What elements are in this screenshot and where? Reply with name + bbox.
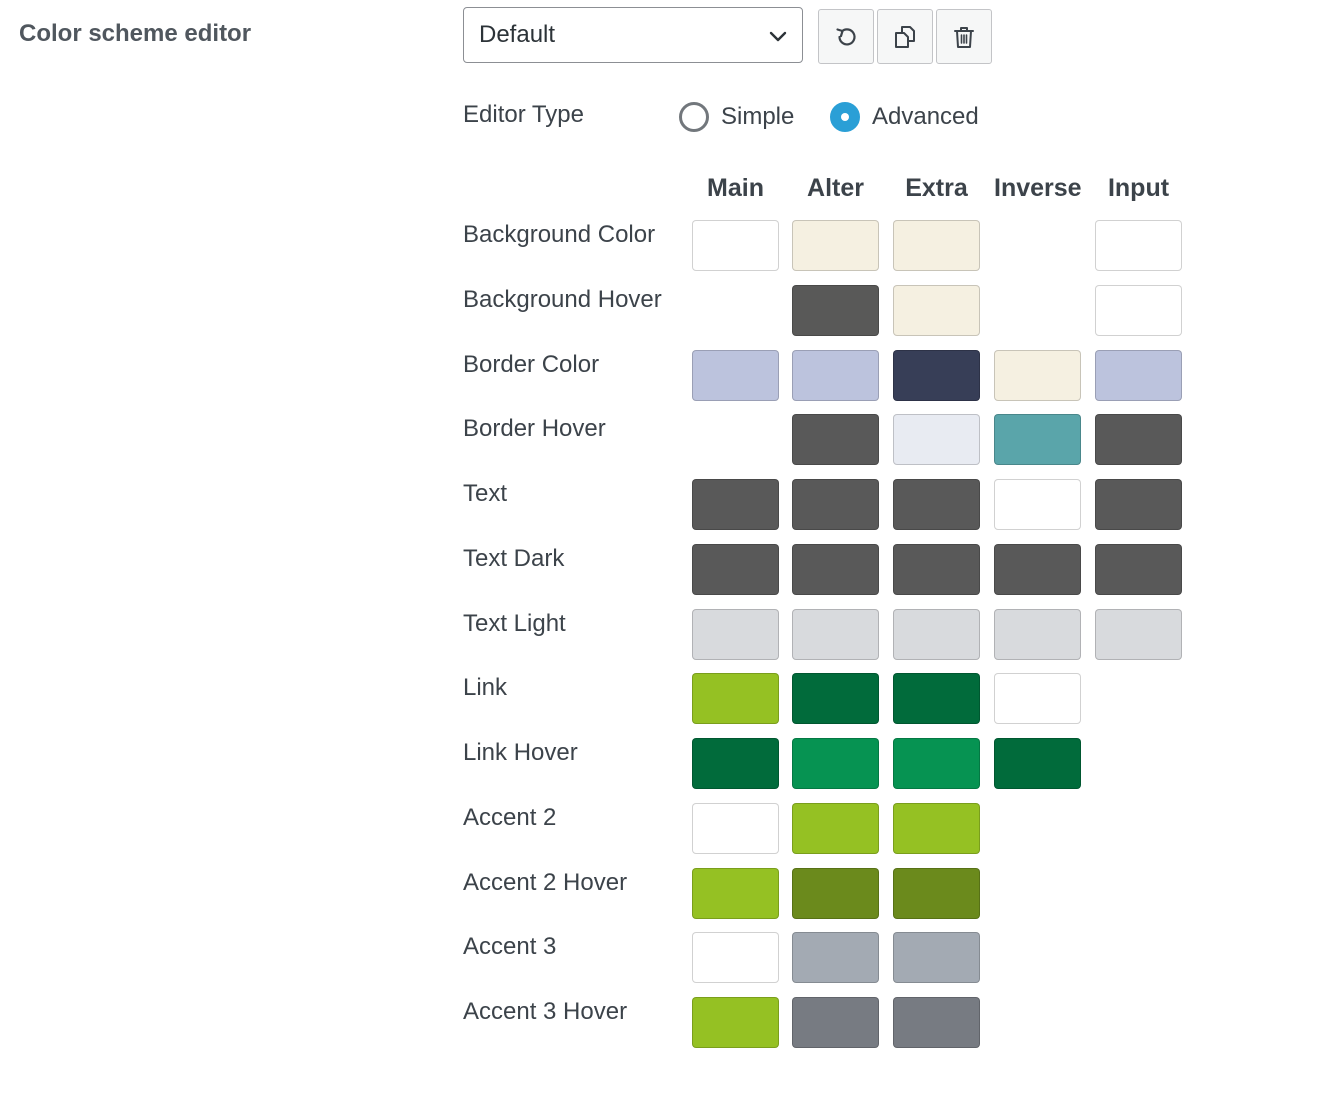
row-label: Text Light [463,609,566,637]
color-swatch-extra[interactable] [893,803,980,854]
color-swatch-inverse[interactable] [994,414,1081,465]
color-swatch-alter[interactable] [792,738,879,789]
color-swatch-alter[interactable] [792,868,879,919]
color-swatch-alter[interactable] [792,609,879,660]
color-swatch-alter[interactable] [792,997,879,1048]
column-header-main: Main [707,174,764,202]
color-swatch-extra[interactable] [893,350,980,401]
color-swatch-extra[interactable] [893,673,980,724]
color-swatch-alter[interactable] [792,285,879,336]
color-swatch-alter[interactable] [792,350,879,401]
color-swatch-alter[interactable] [792,220,879,271]
color-swatch-extra[interactable] [893,220,980,271]
color-swatch-main[interactable] [692,609,779,660]
reset-icon [836,27,856,45]
row-label: Link Hover [463,739,578,766]
delete-button[interactable] [936,9,992,64]
color-swatch-alter[interactable] [792,414,879,465]
chevron-down-icon [769,31,787,42]
color-swatch-alter[interactable] [792,479,879,530]
row-label: Background Hover [463,285,662,313]
color-swatch-main[interactable] [692,997,779,1048]
color-swatch-inverse[interactable] [994,673,1081,724]
color-swatch-main[interactable] [692,932,779,983]
reset-button[interactable] [818,9,874,64]
radio-simple-label: Simple [721,103,795,130]
row-label: Background Color [463,221,656,248]
color-swatch-inverse[interactable] [994,544,1081,595]
color-swatch-input[interactable] [1095,285,1182,336]
color-swatch-alter[interactable] [792,932,879,983]
color-swatch-input[interactable] [1095,544,1182,595]
copy-button[interactable] [877,9,933,64]
radio-simple[interactable]: Simple [679,102,794,132]
column-header-input: Input [1107,174,1170,202]
color-swatch-main[interactable] [692,673,779,724]
copy-icon [895,25,915,48]
radio-advanced[interactable]: Advanced [830,102,979,132]
color-swatch-extra[interactable] [893,738,980,789]
row-label: Accent 2 Hover [463,868,628,896]
color-swatch-main[interactable] [692,479,779,530]
row-label: Accent 3 Hover [463,998,628,1025]
row-label: Accent 3 [463,933,557,961]
color-swatch-main[interactable] [692,868,779,919]
color-swatch-extra[interactable] [893,479,980,530]
color-swatch-inverse[interactable] [994,738,1081,789]
color-swatch-extra[interactable] [893,609,980,660]
column-header-alter: Alter [807,174,864,202]
row-label: Link [463,674,508,702]
color-swatch-input[interactable] [1095,609,1182,660]
color-swatch-main[interactable] [692,738,779,789]
radio-advanced-label: Advanced [872,103,979,130]
row-label: Border Hover [463,415,606,443]
color-swatch-alter[interactable] [792,803,879,854]
radio-checked-icon [830,102,860,132]
color-swatch-alter[interactable] [792,673,879,724]
editor-type-label: Editor Type [463,101,584,128]
color-swatch-input[interactable] [1095,414,1182,465]
color-swatch-input[interactable] [1095,479,1182,530]
color-swatch-input[interactable] [1095,350,1182,401]
color-swatch-main[interactable] [692,220,779,271]
column-header-extra: Extra [905,174,968,202]
scheme-select-value: Default [479,21,556,48]
color-swatch-extra[interactable] [893,285,980,336]
color-swatch-extra[interactable] [893,997,980,1048]
row-label: Text Dark [463,544,565,572]
section-title: Color scheme editor [19,20,252,47]
trash-icon [954,26,974,48]
color-swatch-input[interactable] [1095,220,1182,271]
row-label: Border Color [463,350,600,378]
column-header-inverse: Inverse [994,174,1082,202]
color-swatch-main[interactable] [692,803,779,854]
color-scheme-editor-panel: Color scheme editor Default Editor Type … [0,0,1338,1114]
row-label: Text [463,480,508,507]
scheme-select[interactable]: Default [463,7,803,63]
color-swatch-main[interactable] [692,350,779,401]
color-swatch-extra[interactable] [893,868,980,919]
color-swatch-inverse[interactable] [994,350,1081,401]
radio-unchecked-icon [679,102,709,132]
color-swatch-extra[interactable] [893,414,980,465]
color-swatch-extra[interactable] [893,544,980,595]
color-swatch-main[interactable] [692,544,779,595]
color-swatch-alter[interactable] [792,544,879,595]
color-swatch-inverse[interactable] [994,479,1081,530]
row-label: Accent 2 [463,803,557,831]
color-swatch-inverse[interactable] [994,609,1081,660]
color-swatch-extra[interactable] [893,932,980,983]
